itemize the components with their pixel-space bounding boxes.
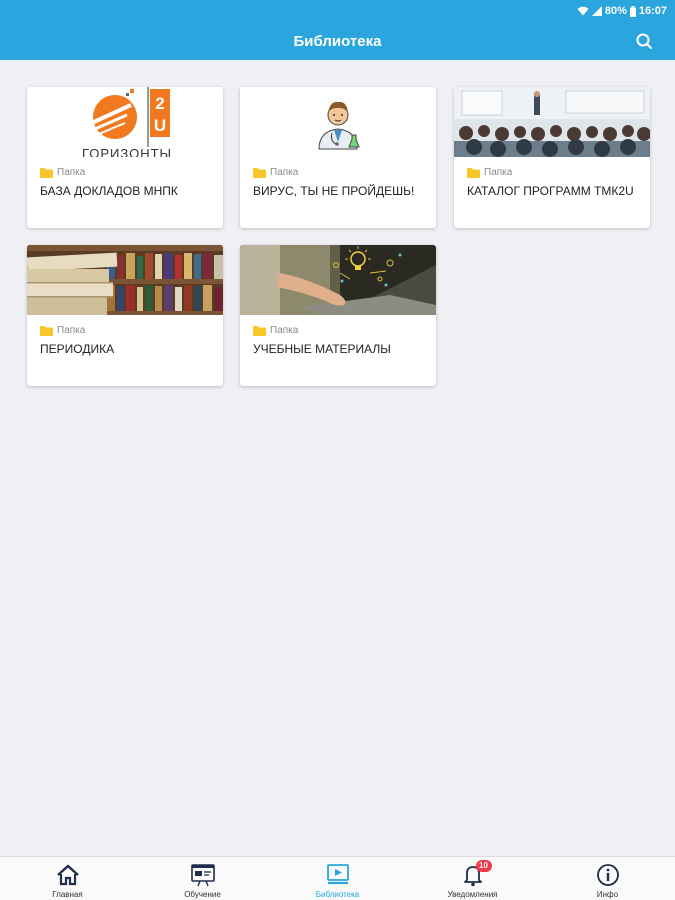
logo-badge-2: 2 — [155, 94, 164, 113]
info-icon — [596, 864, 619, 886]
home-icon — [56, 864, 79, 886]
card-title: БАЗА ДОКЛАДОВ МНПК — [40, 184, 178, 198]
card-image-conference-photo — [454, 87, 650, 157]
card-title: ВИРУС, ТЫ НЕ ПРОЙДЕШЬ! — [253, 184, 415, 198]
page-title: Библиотека — [293, 33, 382, 50]
nav-label: Инфо — [596, 890, 619, 899]
library-icon — [326, 864, 349, 885]
wifi-icon — [577, 6, 589, 16]
card-title: КАТАЛОГ ПРОГРАММ ТМК2U — [467, 184, 634, 198]
nav-label: Главная — [52, 890, 83, 899]
nav-item-library[interactable]: Библиотека — [270, 857, 405, 900]
card-image-doctor-illustration — [240, 87, 436, 157]
card-title: УЧЕБНЫЕ МАТЕРИАЛЫ — [253, 342, 391, 356]
status-bar: 80% 16:07 — [577, 3, 667, 19]
folder-icon — [253, 325, 266, 336]
notifications-icon-wrap: 10 — [460, 860, 492, 888]
battery-percent: 80% — [604, 5, 627, 17]
card-type: Папка — [467, 167, 512, 178]
nav-item-training[interactable]: Обучение — [135, 857, 270, 900]
card-type: Папка — [40, 167, 85, 178]
clock: 16:07 — [638, 5, 667, 17]
folder-card-virus[interactable]: Папка ВИРУС, ТЫ НЕ ПРОЙДЕШЬ! — [240, 87, 436, 228]
nav-label: Уведомления — [447, 890, 498, 899]
card-image-bookshelf-photo — [27, 245, 223, 315]
card-type-label: Папка — [484, 167, 513, 178]
folder-card-learning-materials[interactable]: Папка УЧЕБНЫЕ МАТЕРИАЛЫ — [240, 245, 436, 386]
card-image-laptop-ideas-photo — [240, 245, 436, 315]
nav-item-info[interactable]: Инфо — [540, 857, 675, 900]
folder-card-reports[interactable]: 2 U ГОРИЗОНТЫ Папка БАЗА ДОКЛАДОВ МНПК — [27, 87, 223, 228]
folder-icon — [467, 167, 480, 178]
card-type-label: Папка — [57, 325, 86, 336]
search-icon — [636, 33, 652, 49]
card-title: ПЕРИОДИКА — [40, 342, 115, 356]
signal-icon — [591, 6, 602, 16]
card-type-label: Папка — [270, 167, 299, 178]
nav-label: Библиотека — [315, 890, 360, 899]
app-bar: 80% 16:07 Библиотека — [0, 0, 675, 60]
card-type-label: Папка — [57, 167, 86, 178]
card-type-label: Папка — [270, 325, 299, 336]
nav-item-notifications[interactable]: 10 Уведомления — [405, 857, 540, 900]
card-type: Папка — [40, 325, 85, 336]
logo-wordmark: ГОРИЗОНТЫ — [82, 146, 172, 157]
notification-badge: 10 — [475, 860, 492, 872]
folder-icon — [253, 167, 266, 178]
nav-label: Обучение — [184, 890, 221, 899]
logo-badge-u: U — [154, 116, 166, 135]
card-type: Папка — [253, 325, 298, 336]
card-type: Папка — [253, 167, 298, 178]
bottom-navigation: Главная Обучение Библиотека 10 Уведомлен… — [0, 856, 675, 900]
folder-icon — [40, 167, 53, 178]
nav-item-home[interactable]: Главная — [0, 857, 135, 900]
folder-card-periodicals[interactable]: Папка ПЕРИОДИКА — [27, 245, 223, 386]
battery-icon — [629, 5, 636, 17]
search-button[interactable] — [633, 30, 655, 52]
folder-card-catalog[interactable]: Папка КАТАЛОГ ПРОГРАММ ТМК2U — [454, 87, 650, 228]
training-icon — [190, 864, 215, 887]
folder-icon — [40, 325, 53, 336]
card-image-gorizonty-logo: 2 U ГОРИЗОНТЫ — [27, 87, 223, 157]
